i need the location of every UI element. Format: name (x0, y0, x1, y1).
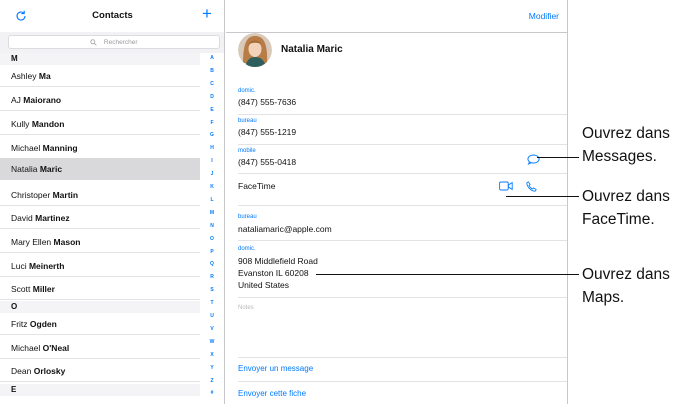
contacts-list-panel: Contacts + Rechercher M Ashley Ma AJ Mai… (0, 0, 225, 404)
contact-row-selected[interactable]: Natalia Maric (0, 158, 200, 180)
section-header-m: M (0, 53, 200, 65)
contact-row[interactable]: Christoper Martin (0, 184, 200, 206)
header-divider (226, 32, 567, 33)
contact-detail-panel: Modifier Natalia Maric domic. (847) 555-… (226, 0, 567, 404)
index-letter[interactable]: T (201, 300, 223, 306)
field-divider (238, 114, 567, 115)
field-divider (238, 144, 567, 145)
contact-row[interactable]: AJ Maiorano (0, 89, 200, 111)
index-letter[interactable]: K (201, 184, 223, 190)
search-input[interactable]: Rechercher (8, 35, 220, 49)
search-bar: Rechercher (0, 32, 224, 53)
index-letter[interactable]: D (201, 94, 223, 100)
index-letter[interactable]: E (201, 107, 223, 113)
index-letter[interactable]: W (201, 339, 223, 345)
index-letter[interactable]: O (201, 236, 223, 242)
contact-avatar (238, 33, 272, 67)
field-divider (238, 381, 567, 382)
field-divider (238, 297, 567, 298)
index-letter[interactable]: L (201, 197, 223, 203)
address-line-1[interactable]: 908 Middlefield Road (238, 256, 318, 267)
section-header-o: O (0, 301, 200, 313)
index-letter[interactable]: # (201, 390, 223, 396)
index-letter[interactable]: Q (201, 261, 223, 267)
contact-row[interactable]: Luci Meinerth (0, 255, 200, 277)
email-value[interactable]: nataliamaric@apple.com (238, 224, 332, 235)
contact-row[interactable]: Scott Miller (0, 278, 200, 300)
contact-row[interactable]: Kully Mandon (0, 113, 200, 135)
index-letter[interactable]: R (201, 274, 223, 280)
address-label: domic. (238, 246, 256, 252)
contact-row[interactable]: Michael Manning (0, 137, 200, 159)
index-letter[interactable]: Y (201, 365, 223, 371)
index-letter[interactable]: M (201, 210, 223, 216)
field-divider (238, 357, 567, 358)
phone-work-label: bureau (238, 118, 257, 124)
field-divider (238, 205, 567, 206)
send-message-link[interactable]: Envoyer un message (238, 364, 313, 373)
callout-messages: Ouvrez dans Messages. (582, 125, 670, 165)
edit-button[interactable]: Modifier (529, 11, 559, 21)
add-contact-button[interactable]: + (202, 5, 212, 22)
phone-mobile-label: mobile (238, 148, 256, 154)
email-label: bureau (238, 214, 257, 220)
phone-mobile-value[interactable]: (847) 555-0418 (238, 157, 296, 168)
callout-facetime: Ouvrez dans FaceTime. (582, 188, 670, 228)
index-letter[interactable]: X (201, 352, 223, 358)
notes-field[interactable]: Notes (238, 305, 254, 311)
index-letter[interactable]: S (201, 287, 223, 293)
message-bubble-icon[interactable] (527, 154, 540, 165)
contact-row[interactable]: Dean Orlosky (0, 360, 200, 382)
contact-row[interactable]: Ashley Ma (0, 65, 200, 87)
index-letter[interactable]: N (201, 223, 223, 229)
phone-call-icon[interactable] (526, 181, 537, 192)
contacts-header: Contacts + (0, 0, 224, 32)
address-line-3[interactable]: United States (238, 280, 289, 291)
callout-line-messages (537, 157, 579, 158)
index-letter[interactable]: I (201, 158, 223, 164)
share-contact-link[interactable]: Envoyer cette fiche (238, 389, 306, 398)
callout-maps: Ouvrez dans Maps. (582, 266, 670, 306)
phone-home-label: domic. (238, 88, 256, 94)
contact-row[interactable]: Fritz Ogden (0, 313, 200, 335)
index-letter[interactable]: V (201, 326, 223, 332)
index-letter[interactable]: Z (201, 378, 223, 384)
contact-name: Natalia Maric (281, 44, 343, 55)
callout-line-maps (316, 274, 579, 275)
index-letter[interactable]: B (201, 68, 223, 74)
section-header-e: E (0, 384, 200, 396)
ipad-screen: Contacts + Rechercher M Ashley Ma AJ Mai… (0, 0, 568, 404)
contact-row[interactable]: Michael O'Neal (0, 337, 200, 359)
index-letter[interactable]: H (201, 145, 223, 151)
facetime-label: FaceTime (238, 181, 276, 191)
index-letter[interactable]: G (201, 132, 223, 138)
phone-work-value[interactable]: (847) 555-1219 (238, 127, 296, 138)
index-letter[interactable]: C (201, 81, 223, 87)
contact-row[interactable]: Mary Ellen Mason (0, 231, 200, 253)
address-line-2[interactable]: Evanston IL 60208 (238, 268, 309, 279)
phone-home-value[interactable]: (847) 555-7636 (238, 97, 296, 108)
contact-row[interactable]: David Martinez (0, 207, 200, 229)
search-placeholder: Rechercher (103, 39, 138, 46)
index-letter[interactable]: U (201, 313, 223, 319)
search-icon (90, 39, 98, 46)
index-letter[interactable]: A (201, 55, 223, 61)
callout-line-facetime (506, 196, 579, 197)
contacts-title: Contacts (92, 10, 133, 21)
index-letter[interactable]: P (201, 249, 223, 255)
index-letter[interactable]: F (201, 120, 223, 126)
index-letter[interactable]: J (201, 171, 223, 177)
field-divider (238, 240, 567, 241)
facetime-video-icon[interactable] (499, 181, 513, 191)
field-divider (238, 173, 567, 174)
